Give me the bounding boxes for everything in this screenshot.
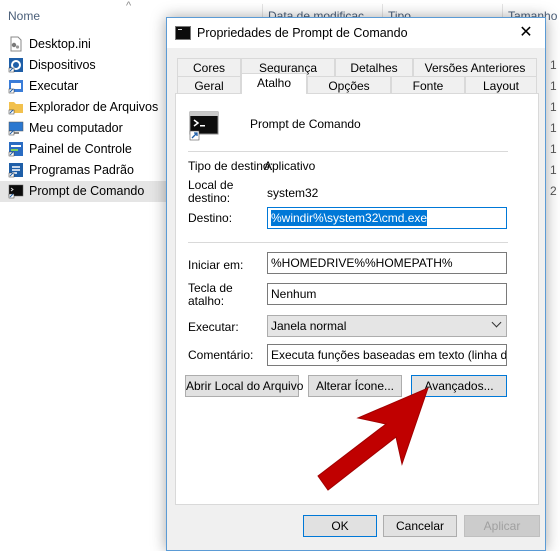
computer-shortcut-icon	[8, 121, 24, 136]
command-prompt-icon	[189, 111, 219, 141]
label-shortcut-key: Tecla de atalho:	[188, 281, 233, 308]
tab-versoes-anteriores[interactable]: Versões Anteriores	[413, 58, 537, 76]
label-run: Executar:	[188, 320, 239, 334]
tab-layout[interactable]: Layout	[465, 76, 537, 94]
default-programs-shortcut-icon	[8, 163, 23, 178]
run-select[interactable]: Janela normal	[267, 315, 507, 337]
ini-file-icon	[10, 36, 22, 52]
run-shortcut-icon	[8, 80, 23, 94]
file-size: 1	[550, 58, 557, 72]
divider	[188, 242, 508, 243]
divider	[188, 151, 508, 152]
file-name: Executar	[29, 79, 79, 93]
run-select-value: Janela normal	[271, 319, 347, 333]
file-name: Dispositivos	[29, 58, 96, 72]
file-name: Explorador de Arquivos	[29, 100, 159, 114]
file-name: Programas Padrão	[29, 163, 134, 177]
red-arrow-annotation	[317, 387, 429, 491]
column-name[interactable]: Nome	[8, 9, 40, 23]
file-name: Prompt de Comando	[29, 184, 145, 198]
file-name: Painel de Controle	[29, 142, 132, 156]
close-button[interactable]: ✕	[507, 18, 545, 48]
sort-up-icon: ^	[126, 0, 132, 12]
file-size: 1	[550, 100, 557, 114]
file-name: Meu computador	[29, 121, 123, 135]
file-size: 1	[550, 79, 557, 93]
label-target: Destino:	[188, 211, 233, 225]
tab-opcoes[interactable]: Opções	[307, 76, 391, 94]
label-target-type: Tipo de destino:	[188, 159, 273, 173]
shortcut-name: Prompt de Comando	[250, 117, 361, 131]
target-field-value: %windir%\system32\cmd.exe	[271, 210, 428, 226]
shortcut-key-field[interactable]: Nenhum	[267, 283, 507, 305]
tab-atalho[interactable]: Atalho	[241, 73, 307, 94]
title-bar[interactable]: Propriedades de Prompt de Comando ✕	[167, 18, 545, 48]
chevron-down-icon	[491, 317, 502, 328]
target-field[interactable]: %windir%\system32\cmd.exe	[267, 207, 507, 229]
value-target-location: system32	[267, 186, 319, 200]
comment-field[interactable]: Executa funções baseadas em texto (linha…	[267, 344, 507, 366]
devices-shortcut-icon	[8, 58, 23, 73]
file-size: 1	[550, 163, 557, 177]
tab-fonte[interactable]: Fonte	[391, 76, 465, 94]
tab-cores[interactable]: Cores	[177, 58, 241, 76]
label-comment: Comentário:	[188, 348, 254, 362]
control-panel-shortcut-icon	[8, 142, 23, 157]
start-in-field[interactable]: %HOMEDRIVE%%HOMEPATH%	[267, 252, 507, 274]
cancel-button[interactable]: Cancelar	[383, 515, 457, 537]
file-size: 1	[550, 142, 557, 156]
command-prompt-icon	[175, 26, 191, 40]
ok-button[interactable]: OK	[303, 515, 377, 537]
tab-geral[interactable]: Geral	[177, 76, 241, 94]
file-name: Desktop.ini	[29, 37, 91, 51]
label-target-location: Local de destino:	[188, 178, 234, 205]
folder-shortcut-icon	[8, 102, 23, 115]
open-file-location-button[interactable]: Abrir Local do Arquivo	[185, 375, 303, 397]
label-start-in: Iniciar em:	[188, 258, 244, 272]
dialog-title: Propriedades de Prompt de Comando	[197, 26, 408, 40]
file-size: 1	[550, 121, 557, 135]
apply-button[interactable]: Aplicar	[464, 515, 540, 537]
tab-detalhes[interactable]: Detalhes	[335, 58, 413, 76]
file-row-prompt-de-comando[interactable]: Prompt de Comando	[0, 181, 166, 202]
file-size: 2	[550, 184, 557, 198]
value-target-type: Aplicativo	[264, 159, 316, 173]
command-prompt-shortcut-icon	[8, 184, 24, 199]
